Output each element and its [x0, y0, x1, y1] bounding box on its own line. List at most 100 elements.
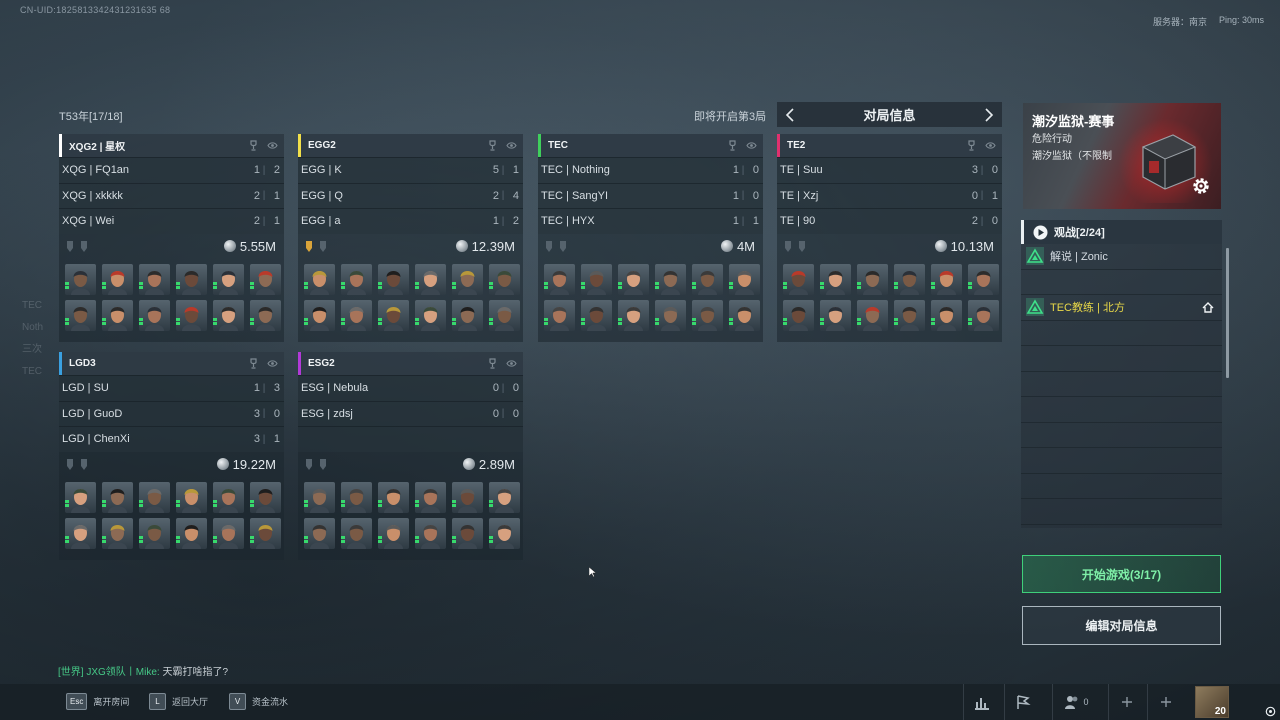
player-row[interactable]: LGD | SU 1 | 3	[59, 375, 284, 401]
operator-avatar[interactable]	[692, 263, 723, 295]
spectate-slot[interactable]	[1021, 270, 1222, 295]
player-row[interactable]: XQG | Wei 2 | 1	[59, 208, 284, 234]
operator-avatar[interactable]	[857, 263, 888, 295]
operator-avatar[interactable]	[415, 481, 446, 513]
operator-avatar[interactable]	[176, 263, 207, 295]
spectate-slot[interactable]	[1021, 346, 1222, 372]
edit-match-info-button[interactable]: 编辑对局信息	[1022, 606, 1221, 645]
operator-avatar[interactable]	[783, 263, 814, 295]
operator-avatar[interactable]	[581, 263, 612, 295]
trophy-icon[interactable]	[966, 140, 977, 151]
add-friend-plus-icon[interactable]	[1108, 684, 1144, 720]
player-row[interactable]: ESG | Nebula 0 | 0	[298, 375, 523, 401]
operator-avatar[interactable]	[618, 263, 649, 295]
operator-avatar[interactable]	[415, 299, 446, 331]
leave-room-hint[interactable]: Esc 离开房间	[66, 693, 129, 710]
view-icon[interactable]	[985, 140, 996, 151]
operator-avatar[interactable]	[65, 517, 96, 549]
operator-avatar[interactable]	[341, 481, 372, 513]
view-icon[interactable]	[267, 140, 278, 151]
player-row[interactable]: EGG | a 1 | 2	[298, 208, 523, 234]
operator-avatar[interactable]	[931, 299, 962, 331]
spectate-scrollbar[interactable]	[1226, 248, 1229, 378]
operator-avatar[interactable]	[213, 263, 244, 295]
operator-avatar[interactable]	[820, 299, 851, 331]
spectate-slot[interactable]	[1021, 397, 1222, 423]
spectate-slot[interactable]: TEC教练 | 北方	[1021, 295, 1222, 321]
operator-avatar[interactable]	[452, 263, 483, 295]
operator-avatar[interactable]	[304, 517, 335, 549]
operator-avatar[interactable]	[894, 263, 925, 295]
player-row[interactable]: EGG | K 5 | 1	[298, 157, 523, 183]
operator-avatar[interactable]	[213, 481, 244, 513]
team-header[interactable]: TEC	[538, 134, 763, 157]
operator-avatar[interactable]	[341, 517, 372, 549]
operator-avatar[interactable]	[65, 299, 96, 331]
player-avatar[interactable]: 20	[1195, 686, 1229, 718]
spectate-slot[interactable]	[1021, 423, 1222, 448]
player-row[interactable]: ESG | zdsj 0 | 0	[298, 400, 523, 426]
team-header[interactable]: XQG2 | 星权	[59, 134, 284, 157]
operator-avatar[interactable]	[102, 299, 133, 331]
player-row[interactable]: TEC | Nothing 1 | 0	[538, 157, 763, 183]
operator-avatar[interactable]	[250, 481, 281, 513]
operator-avatar[interactable]	[102, 517, 133, 549]
spectate-slot[interactable]	[1021, 448, 1222, 474]
view-icon[interactable]	[506, 358, 517, 369]
operator-avatar[interactable]	[783, 299, 814, 331]
operator-avatar[interactable]	[378, 263, 409, 295]
spectate-slot[interactable]	[1021, 321, 1222, 346]
party-members-button[interactable]: 0	[1052, 684, 1100, 720]
operator-avatar[interactable]	[250, 263, 281, 295]
operator-avatar[interactable]	[820, 263, 851, 295]
operator-avatar[interactable]	[304, 263, 335, 295]
operator-avatar[interactable]	[729, 299, 760, 331]
operator-avatar[interactable]	[65, 263, 96, 295]
operator-avatar[interactable]	[139, 263, 170, 295]
operator-avatar[interactable]	[213, 299, 244, 331]
operator-avatar[interactable]	[378, 299, 409, 331]
stats-chart-icon[interactable]	[963, 684, 999, 720]
operator-avatar[interactable]	[857, 299, 888, 331]
prev-arrow-icon[interactable]	[783, 107, 797, 122]
operator-avatar[interactable]	[452, 481, 483, 513]
operator-avatar[interactable]	[378, 517, 409, 549]
player-row[interactable]: TEC | SangYI 1 | 0	[538, 182, 763, 208]
operator-avatar[interactable]	[250, 299, 281, 331]
operator-avatar[interactable]	[176, 481, 207, 513]
spectate-slot[interactable]	[1021, 372, 1222, 397]
operator-avatar[interactable]	[378, 481, 409, 513]
add-slot-plus-icon[interactable]	[1147, 684, 1183, 720]
player-row[interactable]	[298, 426, 523, 452]
operator-avatar[interactable]	[341, 299, 372, 331]
spectate-slot[interactable]: 解说 | Zonic	[1021, 244, 1222, 270]
trophy-icon[interactable]	[487, 358, 498, 369]
player-row[interactable]: TE | 90 2 | 0	[777, 208, 1002, 234]
view-icon[interactable]	[267, 358, 278, 369]
operator-avatar[interactable]	[304, 481, 335, 513]
trophy-icon[interactable]	[248, 358, 259, 369]
player-row[interactable]: XQG | FQ1an 1 | 2	[59, 157, 284, 183]
view-icon[interactable]	[746, 140, 757, 151]
trophy-icon[interactable]	[248, 140, 259, 151]
operator-avatar[interactable]	[894, 299, 925, 331]
operator-avatar[interactable]	[452, 299, 483, 331]
spectate-slot[interactable]	[1021, 499, 1222, 525]
operator-avatar[interactable]	[489, 263, 520, 295]
operator-avatar[interactable]	[581, 299, 612, 331]
team-header[interactable]: LGD3	[59, 352, 284, 375]
flag-icon[interactable]	[1004, 684, 1040, 720]
trophy-icon[interactable]	[727, 140, 738, 151]
player-row[interactable]: TEC | HYX 1 | 1	[538, 208, 763, 234]
team-header[interactable]: TE2	[777, 134, 1002, 157]
operator-avatar[interactable]	[139, 299, 170, 331]
operator-avatar[interactable]	[304, 299, 335, 331]
operator-avatar[interactable]	[102, 263, 133, 295]
return-lobby-hint[interactable]: L 返回大厅	[149, 693, 208, 710]
operator-avatar[interactable]	[213, 517, 244, 549]
player-row[interactable]: XQG | xkkkk 2 | 1	[59, 182, 284, 208]
operator-avatar[interactable]	[415, 263, 446, 295]
operator-avatar[interactable]	[139, 517, 170, 549]
fund-flow-hint[interactable]: V 资金流水	[229, 693, 288, 710]
operator-avatar[interactable]	[250, 517, 281, 549]
